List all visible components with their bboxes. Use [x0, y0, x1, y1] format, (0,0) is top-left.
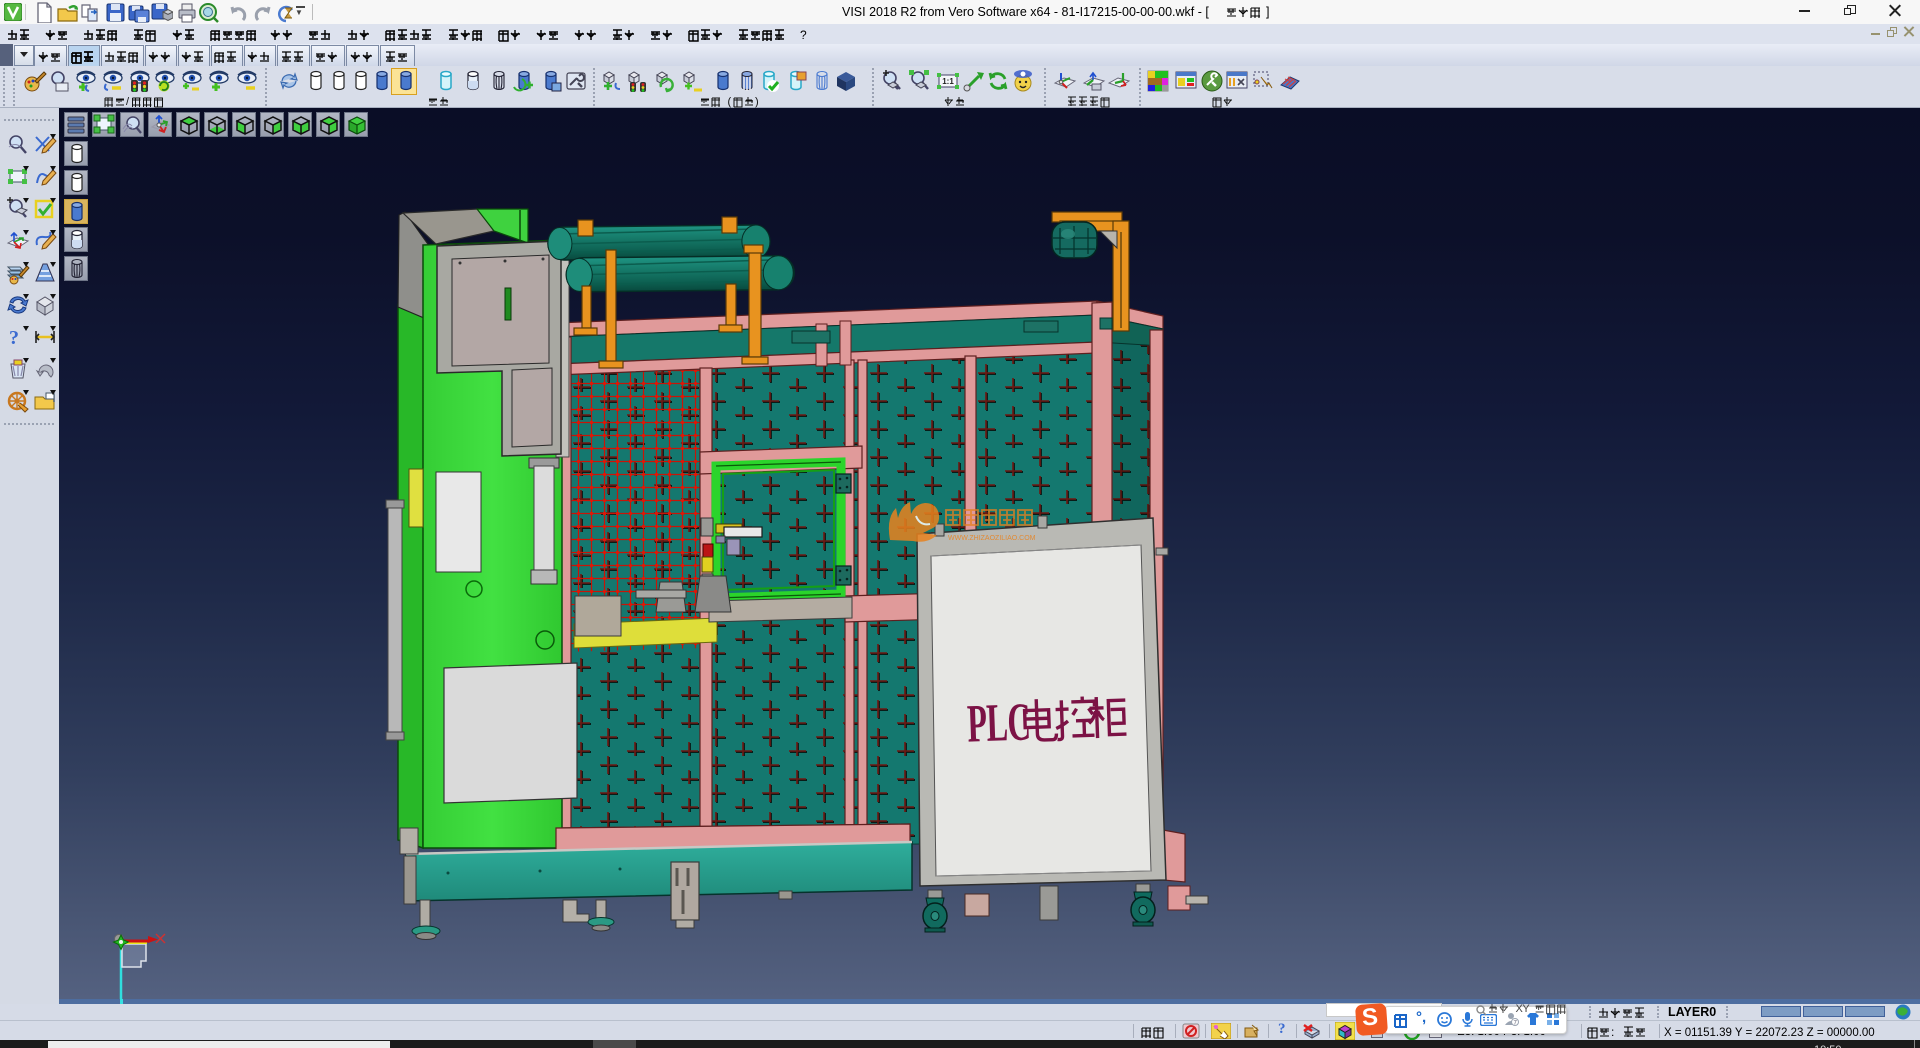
svg-text:): ) — [755, 96, 759, 108]
svg-text:PLC: PLC — [966, 691, 1031, 754]
svg-text:(: ( — [728, 96, 732, 108]
svg-text:WWW.ZHIZAOZILIAO.COM: WWW.ZHIZAOZILIAO.COM — [948, 535, 1036, 542]
svg-text:Y: Y — [1522, 1003, 1530, 1015]
svg-text:/: / — [126, 96, 130, 108]
svg-text:?: ? — [9, 327, 19, 349]
svg-text::: : — [1611, 1025, 1614, 1039]
svg-text:1:1: 1:1 — [942, 77, 954, 86]
svg-text:?: ? — [800, 28, 807, 42]
